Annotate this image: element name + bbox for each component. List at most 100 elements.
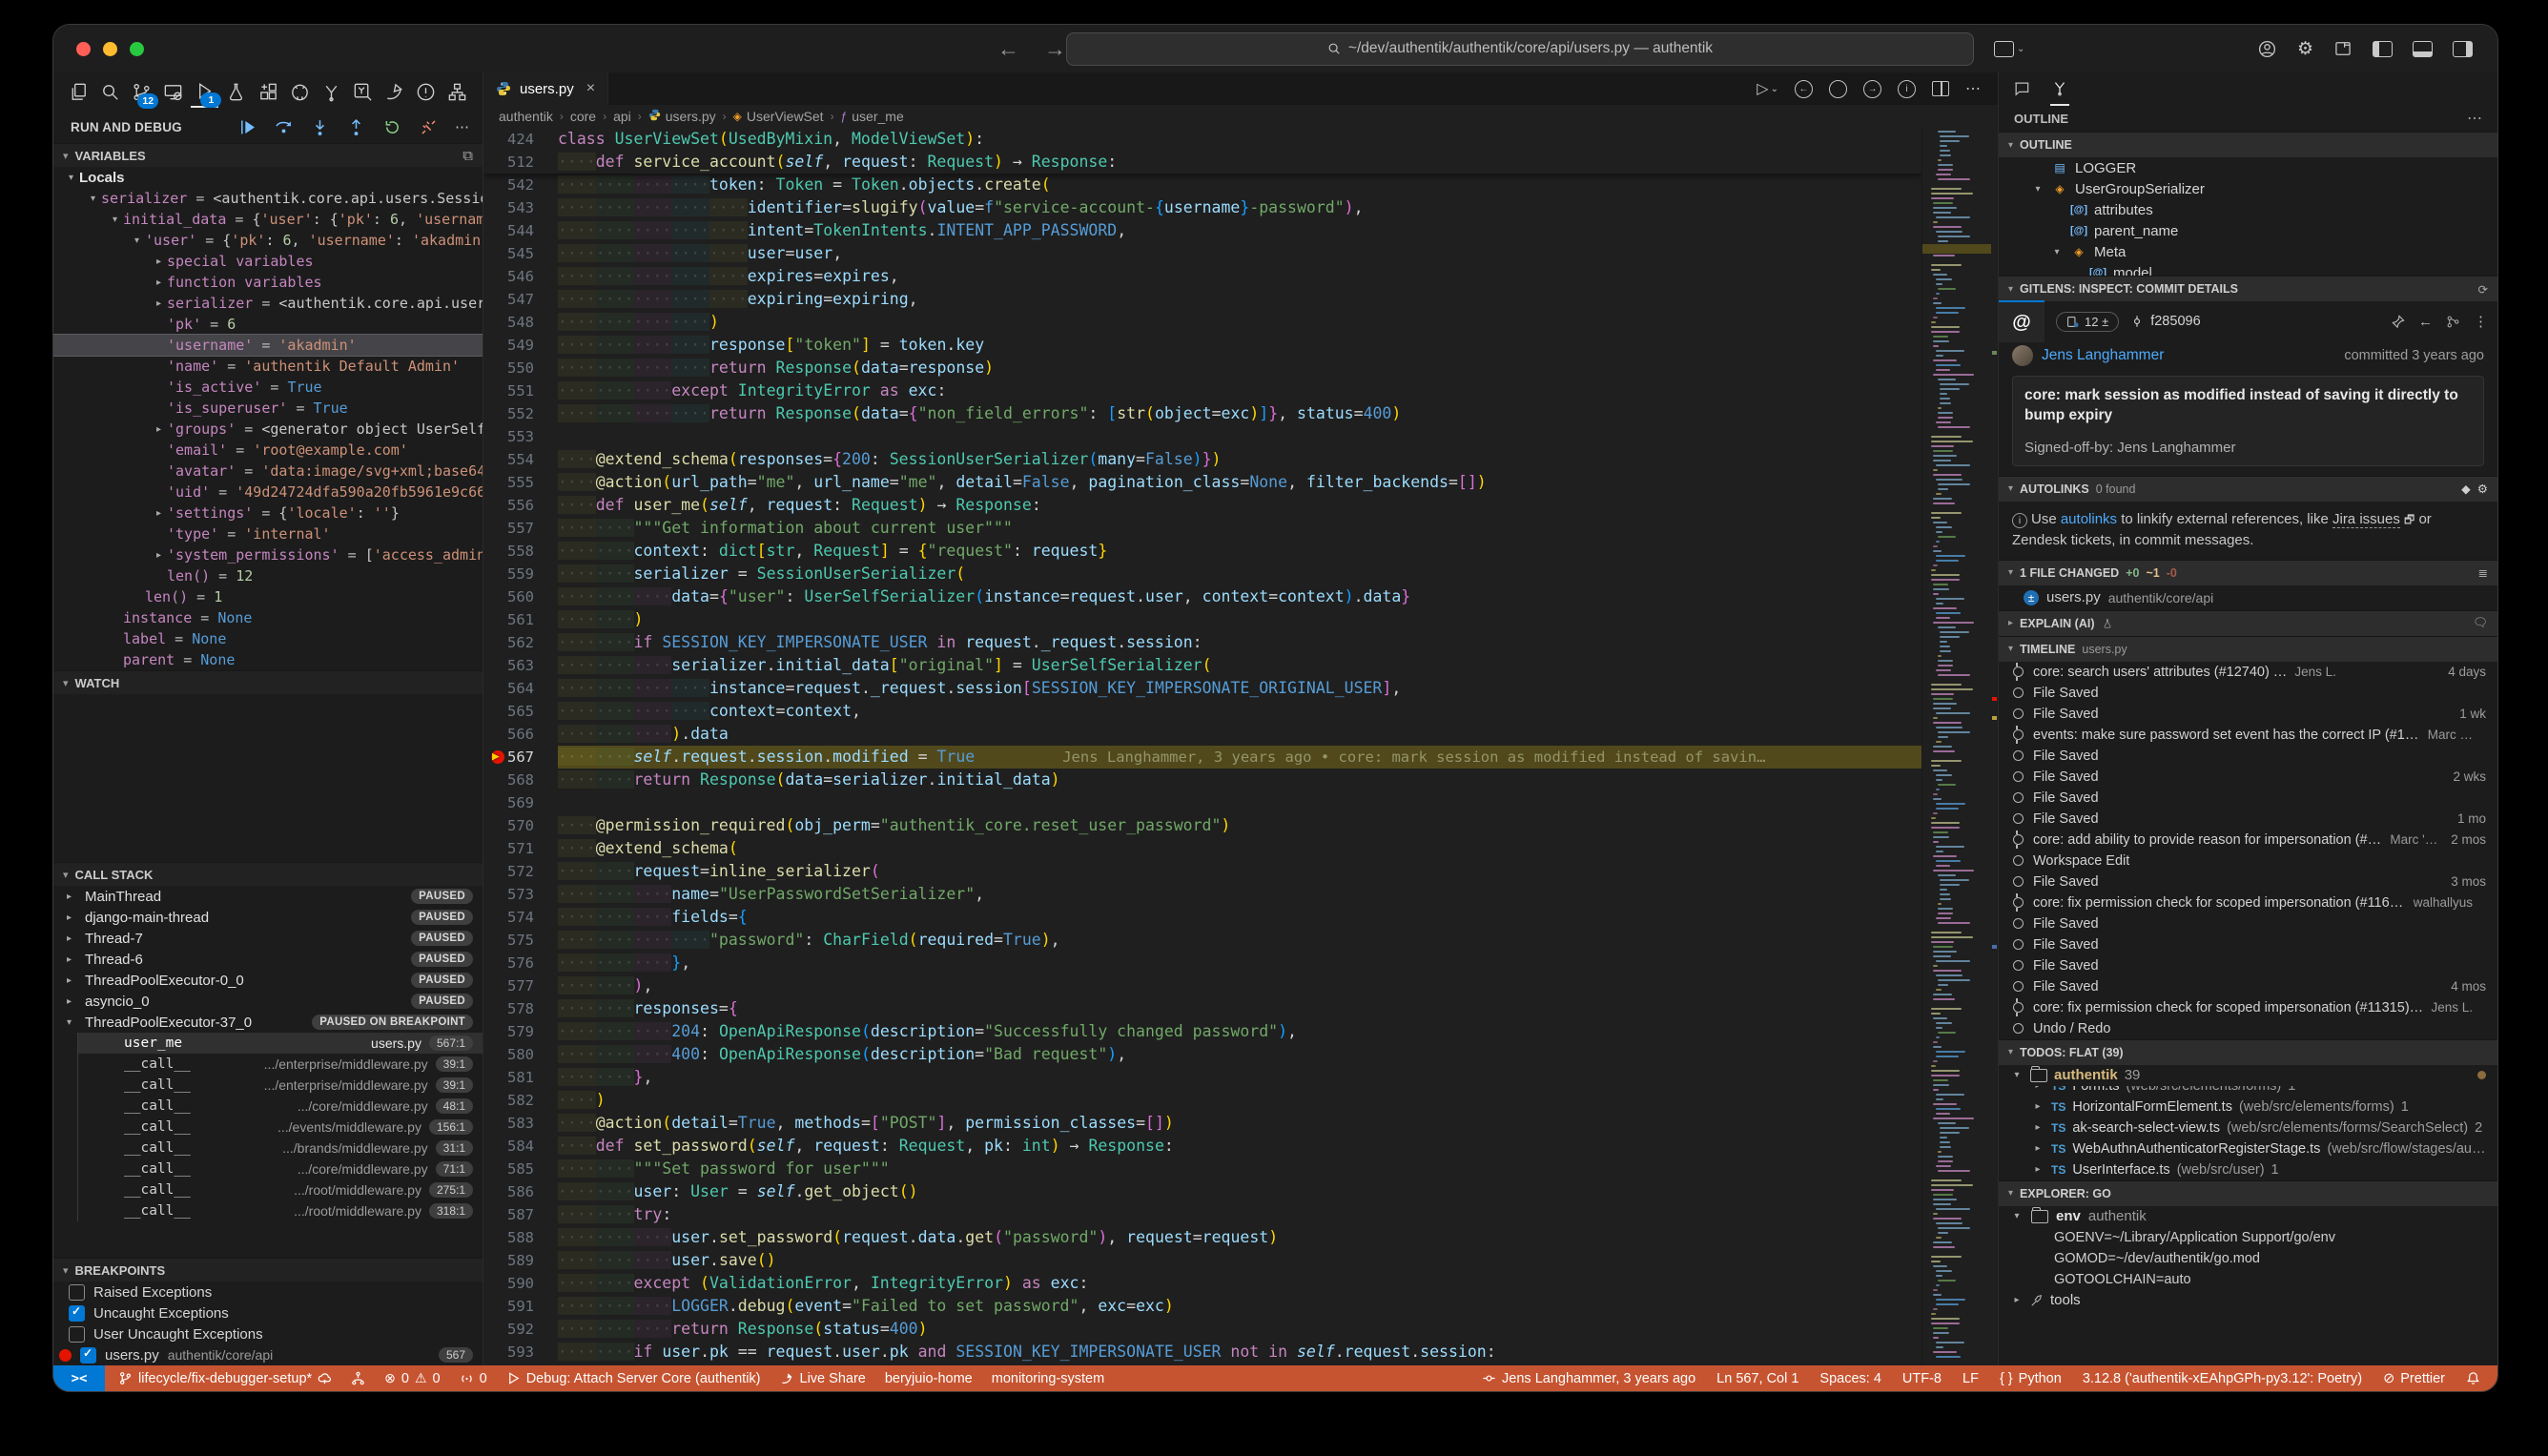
code-line[interactable]: 563············serializer.initial_data["… — [483, 654, 1921, 677]
history-back-button[interactable]: ← — [997, 36, 1019, 62]
info-icon[interactable]: i — [1898, 80, 1916, 98]
status-item[interactable]: 3.12.8 ('authentik-xEAhpGPh-py3.12': Poe… — [2083, 1371, 2362, 1386]
refresh-icon[interactable]: ⟳ — [2478, 282, 2488, 297]
outline-item[interactable]: [@]model — [1999, 262, 2497, 276]
remote-explorer-icon[interactable] — [159, 76, 187, 107]
gitlens-commit-sha[interactable]: f285096 — [2130, 314, 2200, 329]
code-line[interactable]: 547····················expiring=expiring… — [483, 288, 1921, 311]
feedback-icon[interactable]: 🗨 — [2473, 616, 2488, 630]
timeline-item[interactable]: Workspace Edit — [1999, 851, 2497, 872]
settings-gear-icon[interactable]: ⚙ — [2297, 38, 2313, 60]
kebab-menu-icon[interactable]: ⋮ — [2474, 313, 2488, 330]
timeline-item[interactable]: File Saved4 mos — [1999, 976, 2497, 997]
timeline-item[interactable]: File Saved3 mos — [1999, 872, 2497, 892]
stack-frame[interactable]: __call__.../events/middleware.py156:1 — [77, 1117, 483, 1138]
go-env-row[interactable]: ▾ env authentik — [1999, 1206, 2497, 1227]
outline-tab-icon[interactable] — [2050, 72, 2069, 106]
toggle-panel-icon[interactable] — [2413, 41, 2433, 57]
status-item[interactable]: Debug: Attach Server Core (authentik) — [506, 1371, 761, 1386]
autolinks-section-header[interactable]: ▾AUTOLINKS0 found◆⚙ — [1999, 476, 2497, 502]
minimize-window-button[interactable] — [103, 42, 117, 56]
timeline-item[interactable]: File Saved1 mo — [1999, 809, 2497, 830]
breadcrumb-item[interactable]: ◈UserViewSet — [733, 109, 824, 124]
variables-section-header[interactable]: ▾VARIABLES ⧉ — [53, 143, 483, 167]
call-stack-thread[interactable]: ▾ThreadPoolExecutor-37_0PAUSED ON BREAKP… — [53, 1012, 483, 1033]
more-actions-icon[interactable]: ⋯ — [2467, 109, 2482, 128]
code-line[interactable]: 579············204: OpenApiResponse(desc… — [483, 1020, 1921, 1043]
status-item[interactable]: Ln 567, Col 1 — [1716, 1371, 1798, 1386]
toggle-secondary-sidebar-icon[interactable] — [2453, 41, 2473, 57]
breadcrumb-item[interactable]: authentik — [499, 109, 553, 124]
breadcrumb-item[interactable]: users.py — [648, 109, 716, 124]
call-stack-thread[interactable]: ▸Thread-6PAUSED — [53, 949, 483, 970]
code-line[interactable]: 581········}, — [483, 1066, 1921, 1089]
debug-disconnect-icon[interactable] — [419, 117, 439, 137]
outline-item[interactable]: [@]parent_name — [1999, 220, 2497, 241]
outline-item[interactable]: ▾◈UserGroupSerializer — [1999, 178, 2497, 199]
timeline-item[interactable]: core: add ability to provide reason for … — [1999, 830, 2497, 851]
code-line[interactable]: 545····················user=user, — [483, 242, 1921, 265]
code-line[interactable]: 583····@action(detail=True, methods=["PO… — [483, 1112, 1921, 1135]
code-line[interactable]: 572········request=inline_serializer( — [483, 860, 1921, 883]
status-item[interactable] — [2466, 1371, 2480, 1385]
todo-file-row[interactable]: ▸TSForm.ts(web/src/elements/forms)1 — [1999, 1086, 2497, 1097]
code-line[interactable]: 567▶········self.request.session.modifie… — [483, 746, 1921, 769]
tab-close-icon[interactable]: × — [586, 80, 595, 97]
status-item[interactable]: Live Share — [780, 1371, 866, 1386]
code-line[interactable]: 555····@action(url_path="me", url_name="… — [483, 471, 1921, 494]
chat-tab-icon[interactable] — [2012, 72, 2031, 105]
call-stack-thread[interactable]: ▸django-main-threadPAUSED — [53, 907, 483, 928]
variable-row[interactable]: ▸'system_permissions' = ['access_admin_i… — [53, 544, 483, 565]
jira-issues-link[interactable]: Jira issues — [2332, 511, 2400, 528]
debug-continue-icon[interactable] — [237, 117, 257, 137]
variable-row[interactable]: 'uid' = '49d24724dfa590a20fb5961e9c6673c… — [53, 482, 483, 502]
breakpoint-row[interactable]: Uncaught Exceptions — [53, 1302, 483, 1323]
breadcrumb-item[interactable]: api — [613, 109, 631, 124]
breadcrumb-item[interactable]: core — [570, 109, 596, 124]
files-changed-section-header[interactable]: ▾1 FILE CHANGED+0~1-0≣ — [1999, 560, 2497, 585]
stack-frame[interactable]: user_meusers.py567:1 — [77, 1033, 483, 1054]
debug-step-out-icon[interactable] — [346, 117, 366, 137]
run-and-debug-icon[interactable]: 1 — [191, 75, 218, 108]
code-line[interactable]: 593········if user.pk == request.user.pk… — [483, 1341, 1921, 1364]
code-line[interactable]: 566············).data — [483, 723, 1921, 746]
source-control-icon[interactable]: 12 — [128, 76, 155, 107]
timeline-item[interactable]: File Saved1 wk — [1999, 704, 2497, 725]
remote-indicator[interactable]: >< — [53, 1365, 105, 1391]
files-icon[interactable] — [65, 76, 92, 107]
back-icon[interactable]: ← — [2418, 314, 2433, 330]
call-stack-section-header[interactable]: ▾CALL STACK — [53, 862, 483, 886]
code-line[interactable]: 546····················expires=expires, — [483, 265, 1921, 288]
stack-frame[interactable]: __call__.../root/middleware.py318:1 — [77, 1200, 483, 1221]
timeline-section-header[interactable]: ▾TIMELINEusers.py — [1999, 636, 2497, 662]
code-line[interactable]: 582····) — [483, 1089, 1921, 1112]
code-line[interactable]: 591············LOGGER.debug(event="Faile… — [483, 1295, 1921, 1318]
status-item[interactable]: Spaces: 4 — [1819, 1371, 1881, 1386]
timeline-item[interactable]: core: search users' attributes (#12740) … — [1999, 662, 2497, 683]
code-line[interactable]: 576············}, — [483, 952, 1921, 974]
code-line[interactable]: 573············name="UserPasswordSetSeri… — [483, 883, 1921, 906]
status-item[interactable]: LF — [1962, 1371, 1979, 1386]
status-item[interactable]: UTF-8 — [1902, 1371, 1942, 1386]
code-line[interactable]: 584····def set_password(self, request: R… — [483, 1135, 1921, 1158]
code-line[interactable]: 586········user: User = self.get_object(… — [483, 1180, 1921, 1203]
watch-section-header[interactable]: ▾WATCH — [53, 670, 483, 694]
open-panel-icon[interactable]: ⧉ — [462, 148, 473, 164]
autolinks-settings-icon[interactable]: ⚙ — [2477, 482, 2488, 496]
debug-step-into-icon[interactable] — [310, 117, 330, 137]
info-extension-icon[interactable] — [412, 76, 440, 107]
code-line[interactable]: 585········"""Set password for user""" — [483, 1158, 1921, 1180]
code-line[interactable]: 569 — [483, 791, 1921, 814]
variable-row[interactable]: 'is_superuser' = True — [53, 398, 483, 419]
github-icon[interactable] — [286, 76, 314, 107]
variable-row[interactable]: ▸serializer = <authentik.core.api.users.… — [53, 293, 483, 314]
variable-row[interactable]: 'avatar' = 'data:image/svg+xml;base64,PH… — [53, 461, 483, 482]
close-window-button[interactable] — [76, 42, 91, 56]
gitlens-icon[interactable] — [318, 76, 345, 107]
outline-item[interactable]: ▾◈Meta — [1999, 241, 2497, 262]
code-line[interactable]: 557········"""Get information about curr… — [483, 517, 1921, 540]
explain-ai-section-header[interactable]: ▸EXPLAIN (AI) 🗨 — [1999, 610, 2497, 636]
call-stack-thread[interactable]: ▸Thread-7PAUSED — [53, 928, 483, 949]
variable-row[interactable]: ▸'settings' = {'locale': ''} — [53, 502, 483, 523]
account-icon[interactable] — [2257, 39, 2277, 59]
